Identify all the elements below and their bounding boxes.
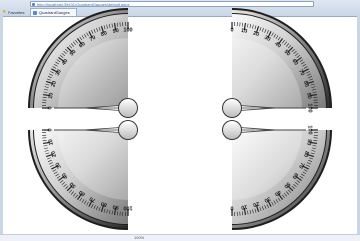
gauge-hub <box>119 99 137 117</box>
gauge-tick-label: 0 <box>47 128 53 131</box>
gauge-hub <box>223 121 241 139</box>
gauge-tick-label: 100 <box>307 125 313 134</box>
gauge-tick-label: 10 <box>48 139 55 146</box>
gauge-tick-label: 10 <box>241 28 248 35</box>
gauges-canvas: 0102030405060708090100010203040506070809… <box>0 0 360 240</box>
gauge-tick-label: 100 <box>123 205 132 211</box>
gauge-bottom-left: 0102030405060708090100 <box>28 120 138 230</box>
gauge-hub <box>223 99 241 117</box>
gauge-hub <box>119 121 137 139</box>
gauge-tick-label: 90 <box>112 28 119 35</box>
gauge-tick-label: 90 <box>305 92 312 99</box>
gauge-tick-label: 0 <box>230 205 233 211</box>
gauge-tick-label: 10 <box>241 203 248 210</box>
gauge-bottom-right: 0102030405060708090100 <box>222 120 332 230</box>
gauge-tick-label: 90 <box>305 139 312 146</box>
zoom-level: 100% <box>134 235 144 241</box>
gauge-top-left: 0102030405060708090100 <box>28 8 138 118</box>
gauge-tick-label: 100 <box>123 27 132 33</box>
gauge-tick-label: 0 <box>47 106 53 109</box>
gauge-tick-label: 0 <box>230 27 233 33</box>
gauge-tick-label: 10 <box>48 92 55 99</box>
gauge-tick-label: 90 <box>112 203 119 210</box>
gauge-top-right: 0102030405060708090100 <box>222 8 332 118</box>
gauge-tick-label: 100 <box>307 103 313 112</box>
